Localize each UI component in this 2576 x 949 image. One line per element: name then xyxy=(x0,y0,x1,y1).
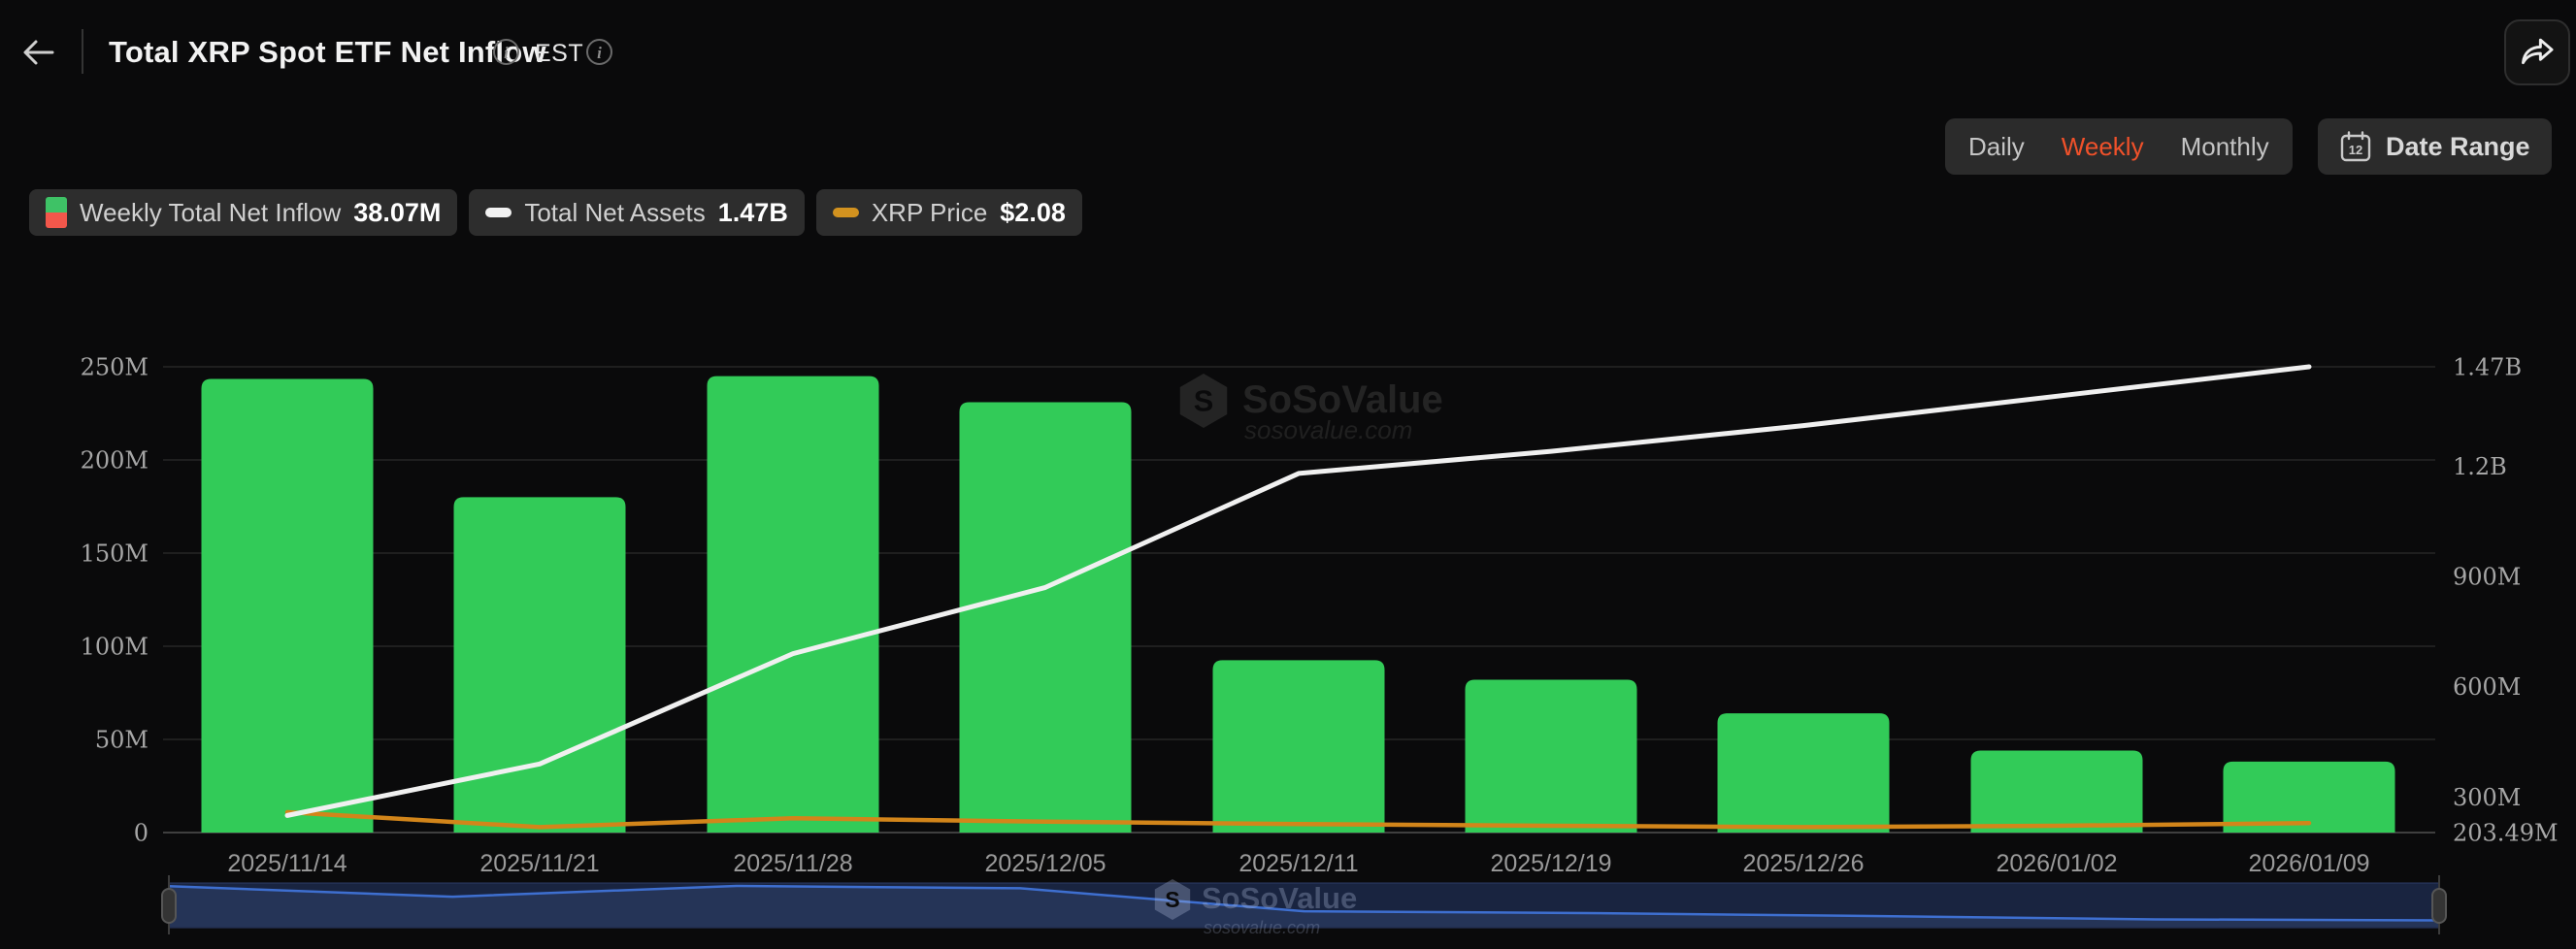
bar-2025/12/05[interactable] xyxy=(960,402,1132,833)
x-axis-label: 2025/11/14 xyxy=(227,850,347,877)
y-axis-right-label: 300M xyxy=(2453,784,2521,811)
bar-2025/12/19[interactable] xyxy=(1466,680,1637,833)
y-axis-left-label: 0 xyxy=(134,820,149,847)
y-axis-right-label: 1.2B xyxy=(2453,453,2507,480)
x-axis-label: 2025/12/05 xyxy=(984,850,1106,877)
y-axis-left-label: 100M xyxy=(81,634,149,661)
y-axis-right-label: 600M xyxy=(2453,673,2521,701)
watermark-cube-letter: S xyxy=(1194,384,1214,418)
x-axis-label: 2025/11/21 xyxy=(479,850,599,877)
y-axis-left-label: 250M xyxy=(81,354,149,381)
y-axis-left-label: 200M xyxy=(81,447,149,474)
brush-handle-left-grip[interactable] xyxy=(162,889,176,923)
watermark-domain: sosovalue.com xyxy=(1204,918,1320,937)
x-axis-label: 2025/12/19 xyxy=(1490,850,1611,877)
bar-2025/12/26[interactable] xyxy=(1718,713,1890,833)
y-axis-right-label: 1.47B xyxy=(2453,354,2522,381)
watermark-brand: SoSoValue xyxy=(1202,881,1357,915)
brush-handle-right-grip[interactable] xyxy=(2432,889,2446,923)
bar-2025/11/14[interactable] xyxy=(202,378,374,833)
chart-canvas[interactable]: 0 50M 100M 150M 200M 250M 203.49M 300M 600M 900M 1… xyxy=(0,0,2576,949)
y-axis-right-label: 203.49M xyxy=(2453,820,2559,847)
y-axis-left-label: 150M xyxy=(81,540,149,568)
watermark-domain: sosovalue.com xyxy=(1244,415,1412,444)
x-axis-label: 2025/12/26 xyxy=(1742,850,1864,877)
bar-2025/11/21[interactable] xyxy=(454,497,626,833)
watermark: S SoSoValue sosovalue.com xyxy=(1155,879,1357,937)
watermark: SSoSoValuesosovalue.com xyxy=(1180,374,1443,444)
bar-2025/12/11[interactable] xyxy=(1213,660,1385,833)
bar-2026/01/02[interactable] xyxy=(1971,751,2143,833)
x-axis-label: 2025/11/28 xyxy=(733,850,852,877)
x-axis-label: 2026/01/09 xyxy=(2248,850,2369,877)
x-axis-label: 2026/01/02 xyxy=(1996,850,2117,877)
watermark-cube-letter: S xyxy=(1165,887,1179,912)
y-axis-left-label: 50M xyxy=(95,727,149,754)
bar-2025/11/28[interactable] xyxy=(708,376,879,833)
y-axis-right-label: 900M xyxy=(2453,564,2521,591)
x-axis-label: 2025/12/11 xyxy=(1238,850,1358,877)
